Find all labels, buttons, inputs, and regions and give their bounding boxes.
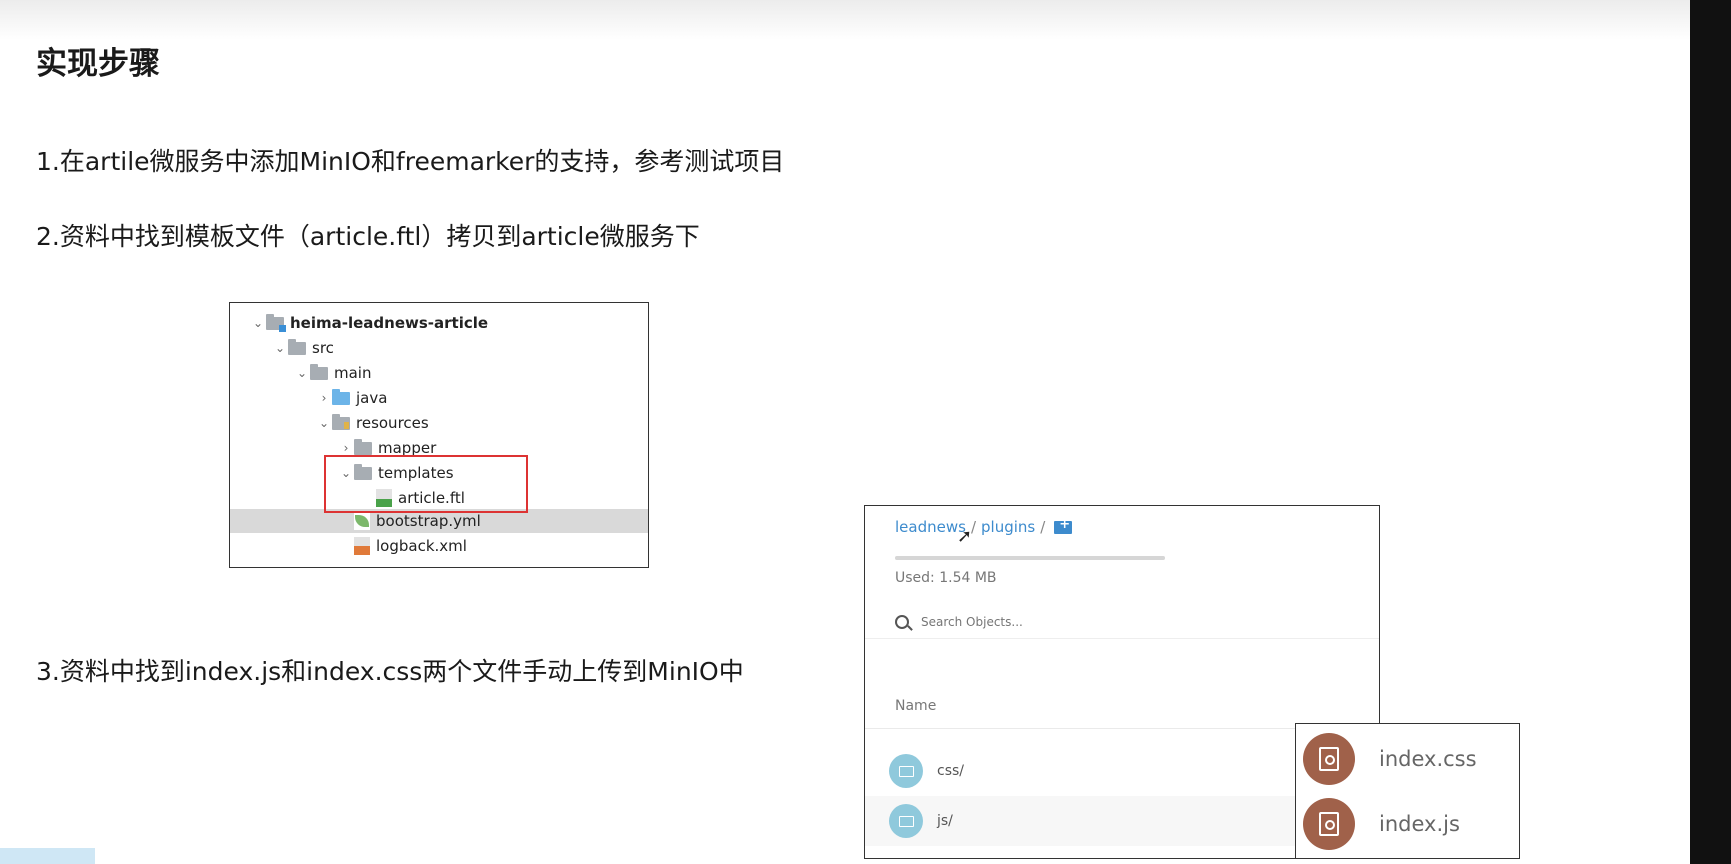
- file-name: index.js: [1379, 812, 1460, 836]
- resources-folder-icon: [332, 413, 350, 430]
- step-2: 2.资料中找到模板文件（article.ftl）拷贝到article微服务下: [36, 222, 700, 251]
- tree-item-java[interactable]: › java: [230, 386, 648, 410]
- search-bar: [895, 610, 1355, 634]
- project-tree-screenshot: ⌄ heima-leadnews-article ⌄ src ⌄ main › …: [229, 302, 649, 568]
- file-icon: [1303, 798, 1355, 850]
- tree-item-label: main: [334, 364, 372, 382]
- file-icon: [1303, 733, 1355, 785]
- tree-item-logback-xml[interactable]: logback.xml: [230, 534, 648, 558]
- search-input[interactable]: [919, 614, 1323, 630]
- file-popup: index.css index.js: [1295, 723, 1520, 859]
- file-row-index-js[interactable]: index.js: [1296, 794, 1519, 854]
- tree-item-label: resources: [356, 414, 429, 432]
- yml-file-icon: [354, 512, 370, 530]
- slide-title: 实现步骤: [36, 46, 160, 82]
- module-folder-icon: [266, 313, 286, 332]
- folder-icon: [889, 804, 923, 838]
- chevron-down-icon: ⌄: [318, 416, 330, 430]
- search-icon: [895, 615, 909, 629]
- tree-item-label: src: [312, 339, 334, 357]
- tree-item-resources[interactable]: ⌄ resources: [230, 411, 648, 435]
- file-row-index-css[interactable]: index.css: [1296, 729, 1519, 789]
- usage-bar: [895, 556, 1165, 560]
- step-3: 3.资料中找到index.js和index.css两个文件手动上传到MinIO中: [36, 657, 744, 686]
- breadcrumb: leadnews / plugins /: [895, 517, 1073, 536]
- chevron-down-icon: ⌄: [296, 366, 308, 380]
- step-1: 1.在artile微服务中添加MinIO和freemarker的支持，参考测试项…: [36, 147, 785, 176]
- source-folder-icon: [332, 388, 350, 405]
- right-edge-bar: [1690, 0, 1731, 864]
- folder-icon: [288, 338, 306, 355]
- breadcrumb-separator: /: [1040, 518, 1046, 536]
- tree-item-project[interactable]: ⌄ heima-leadnews-article: [230, 311, 648, 335]
- tree-item-label: bootstrap.yml: [376, 512, 481, 530]
- usage-bar-fill: [895, 556, 1165, 560]
- tree-item-label: java: [356, 389, 388, 407]
- column-header-name[interactable]: Name: [895, 698, 936, 714]
- divider: [865, 638, 1379, 639]
- tree-item-label: logback.xml: [376, 537, 467, 555]
- mouse-cursor-icon: ➚: [957, 526, 973, 547]
- chevron-right-icon: ›: [321, 391, 327, 405]
- breadcrumb-leadnews[interactable]: leadnews: [895, 518, 966, 536]
- add-folder-icon[interactable]: [1054, 517, 1073, 534]
- folder-icon: [889, 754, 923, 788]
- chevron-right-icon: ›: [343, 441, 349, 455]
- chevron-down-icon: ⌄: [252, 316, 264, 330]
- tree-item-label: heima-leadnews-article: [290, 314, 489, 332]
- tree-item-src[interactable]: ⌄ src: [230, 336, 648, 360]
- folder-icon: [354, 438, 372, 455]
- tree-item-main[interactable]: ⌄ main: [230, 361, 648, 385]
- templates-highlight-box: [324, 455, 528, 513]
- object-name: js/: [937, 813, 953, 829]
- chevron-down-icon: ⌄: [274, 341, 286, 355]
- file-name: index.css: [1379, 747, 1477, 771]
- bottom-left-strip: [0, 848, 95, 864]
- top-fade: [0, 0, 1690, 40]
- breadcrumb-plugins[interactable]: plugins: [981, 518, 1035, 536]
- used-storage-text: Used: 1.54 MB: [895, 570, 997, 586]
- folder-icon: [310, 363, 328, 380]
- object-name: css/: [937, 763, 965, 779]
- xml-file-icon: [354, 537, 370, 555]
